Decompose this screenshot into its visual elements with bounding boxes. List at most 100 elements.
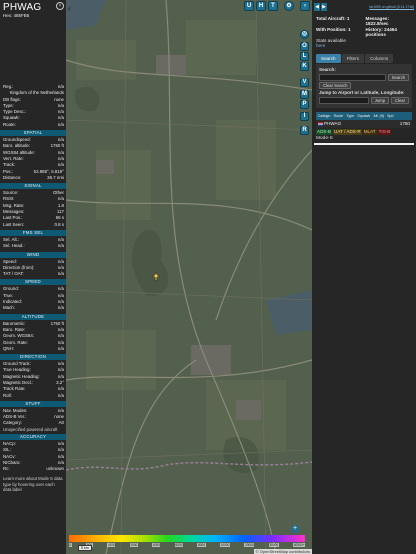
section-header-accuracy: ACCURACY [0, 433, 66, 440]
table-cell-altitude: 1750 [399, 121, 410, 127]
altitude-legend-label: 8000 [197, 543, 206, 547]
map-collapse-arrow-icon[interactable]: ‹ [68, 4, 76, 14]
detail-row: Sel. Head.: n/a [0, 243, 66, 249]
info-row-value: n/a [57, 121, 64, 127]
stat-label[interactable]: here [316, 43, 363, 48]
map-button-p[interactable]: P [300, 100, 309, 109]
map-scale: 5 km [78, 545, 92, 551]
map-tiles[interactable] [66, 0, 312, 554]
chevron-left-icon[interactable]: ◀ [314, 3, 320, 11]
detail-row: Mach: n/a [0, 305, 66, 311]
aircraft-info-panel: PHWAG Hex: 485FB5 × Reg.: n/a Kingdom of t… [0, 0, 66, 554]
section-header-direction: DIRECTION [0, 354, 66, 361]
table-cell-callsign: PHWAG [318, 120, 341, 128]
info-rows: Reg.: n/a Kingdom of the Netherlands DB fla… [0, 84, 66, 128]
map-button-u[interactable]: U [244, 1, 254, 11]
map-button-t[interactable]: T [268, 1, 278, 11]
altitude-legend-label: 10000 [220, 543, 230, 547]
section-header-altitude: ALTITUDE [0, 313, 66, 320]
tab-columns[interactable]: Columns [365, 54, 394, 64]
detail-row: Last Seen: 0.8 s [0, 222, 66, 228]
search-input[interactable] [319, 74, 386, 82]
map-attribution[interactable]: © OpenStreetMap contributors [253, 549, 312, 554]
section-header-spatial: SPATIAL [0, 130, 66, 137]
altitude-legend-labels: 0500100020004000600080001000020000300004… [69, 543, 305, 547]
panel-tabs: Search Filters Columns [312, 53, 416, 64]
section-header-signal: SIGNAL [0, 183, 66, 190]
map-button-k[interactable]: K [300, 62, 309, 71]
altitude-legend-label: 20000 [244, 543, 255, 547]
search-button[interactable]: Search [387, 74, 409, 82]
map-button-l[interactable]: L [300, 52, 309, 61]
stat-label: With Position: 1 [316, 26, 351, 32]
accuracy-row-label: Rc: [3, 466, 10, 472]
altitude-legend-label: 40000+ [293, 543, 305, 547]
mode-s-label: Mode-S [316, 136, 333, 142]
jump-button[interactable]: Jump [370, 97, 389, 105]
map-view[interactable]: ‹ UHT⚙› ◎OLKVMPIR + − 050010002000400060… [66, 0, 312, 554]
chevron-right-icon[interactable]: ▶ [321, 3, 327, 11]
accuracy-row-value: unknown [46, 466, 64, 472]
map-button-r[interactable]: R [300, 126, 309, 135]
stat-value [366, 43, 413, 48]
detail-row-label: Mach: [3, 305, 15, 311]
chevron-right-icon[interactable]: › [300, 1, 310, 11]
tab-search[interactable]: Search [316, 54, 341, 64]
zoom-in-button[interactable]: + [291, 525, 299, 533]
detail-row-label: Last Seen: [3, 221, 24, 227]
table-row[interactable]: PHWAG 1750 [316, 120, 412, 129]
table-header-cell[interactable]: Route [332, 114, 345, 118]
detail-row-label: Distance: [3, 174, 22, 180]
map-button-m[interactable]: M [300, 90, 309, 99]
detail-row: QNH: n/a [0, 346, 66, 352]
detail-row-value: n/a [57, 305, 64, 311]
jump-clear-button[interactable]: Clear [390, 97, 409, 105]
github-link[interactable]: tar1090 on github (3.14.1718) [369, 5, 414, 9]
detail-row-value: n/a [57, 243, 64, 249]
detail-row-value: n/a [57, 392, 64, 398]
category-description: Unspecified powered aircraft [3, 426, 58, 432]
jump-label: Jump to Airport or Latitude, Longitude: [319, 90, 405, 96]
altitude-legend-label: 1000 [107, 543, 116, 547]
altitude-legend-label: 2000 [129, 543, 138, 547]
altitude-color-legend [69, 535, 305, 542]
info-row: Route: n/a [0, 122, 66, 128]
search-area: Search: Search Clear Search Jump to Airp… [316, 64, 412, 109]
detail-row: Roll: n/a [0, 393, 66, 399]
layers-icon[interactable]: ◎ [300, 30, 309, 39]
table-header-cell[interactable]: Spd [386, 114, 396, 118]
detail-row-label: TAT / OAT: [3, 271, 24, 277]
close-icon[interactable]: × [56, 2, 64, 10]
footer-note: Learn more about Mode S data type by hov… [3, 476, 63, 492]
aircraft-table-header: Callsign Route Type Squawk Alt. (ft) Spd [316, 112, 412, 121]
stat-value: Messages: 1822.8/sec [365, 16, 390, 27]
panel-divider [314, 143, 414, 146]
detail-row-value: 36.7 nmi [47, 174, 64, 180]
altitude-legend-label: 30000 [268, 543, 279, 547]
table-header-cell[interactable]: Squawk [356, 114, 372, 118]
table-header-cell[interactable]: Type [345, 114, 356, 118]
jump-input[interactable] [319, 97, 369, 105]
map-button-i[interactable]: I [300, 112, 309, 121]
tab-filters[interactable]: Filters [341, 54, 365, 64]
clear-search-button[interactable]: Clear Search [319, 82, 352, 90]
altitude-legend-label: 4000 [152, 543, 161, 547]
settings-gear-icon[interactable]: ⚙ [284, 1, 294, 11]
callsign-text: PHWAG [324, 121, 342, 127]
map-button-v[interactable]: V [300, 78, 309, 87]
section-header-stuff: STUFF [0, 400, 66, 407]
stats-block: Total Aircraft: 1 Messages: 1822.8/sec Wit… [312, 14, 416, 50]
detail-row-label: Category: [3, 420, 23, 426]
detail-row-value: n/a [57, 271, 64, 277]
netherlands-flag-icon [318, 122, 323, 127]
source-badge: TIS-B [377, 129, 392, 136]
source-badge: MLAT [362, 129, 377, 136]
stat-label: Total Aircraft: 1 [316, 16, 350, 21]
map-button-h[interactable]: H [256, 1, 266, 11]
aircraft-list-panel: ◀ ▶ tar1090 on github (3.14.1718) Total … [312, 0, 416, 554]
table-header-cell[interactable]: Callsign [316, 114, 332, 118]
detail-row-value: n/a [57, 345, 64, 351]
table-header-cell[interactable]: Alt. (ft) [372, 114, 386, 118]
map-button-o[interactable]: O [300, 42, 309, 51]
detail-row-label: Sel. Head.: [3, 243, 25, 249]
